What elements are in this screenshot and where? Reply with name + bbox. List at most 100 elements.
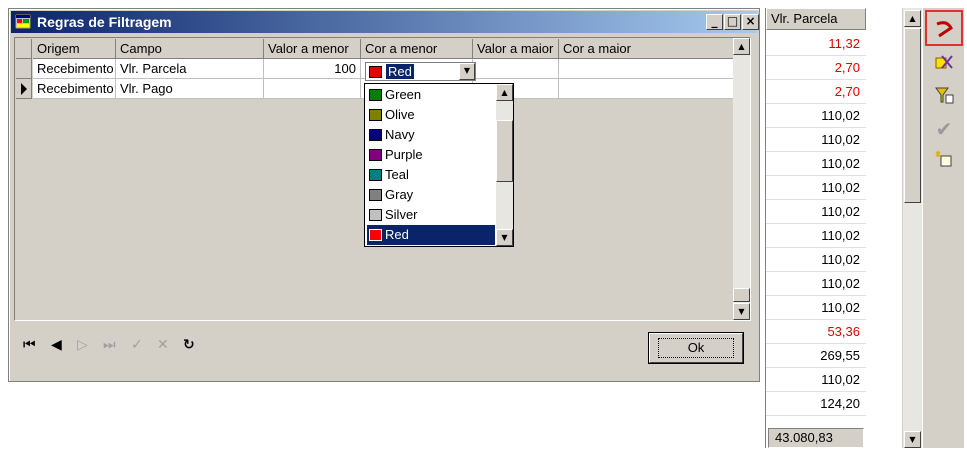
color-swatch: [369, 128, 382, 141]
value-cell[interactable]: 110,02: [766, 248, 866, 272]
column-total: 43.080,83: [768, 428, 864, 448]
value-cell[interactable]: 110,02: [766, 368, 866, 392]
cell-origem[interactable]: Recebimento: [33, 59, 116, 79]
color-swatch: [369, 228, 382, 241]
post-icon[interactable]: ✓: [131, 337, 143, 353]
color-option-teal[interactable]: Teal: [367, 165, 495, 185]
cell-cor-maior[interactable]: [559, 59, 734, 79]
next-record-icon[interactable]: ▷: [77, 337, 88, 353]
value-cell[interactable]: 110,02: [766, 224, 866, 248]
color-swatch: [369, 168, 382, 181]
color-swatch: [369, 188, 382, 201]
value-cell[interactable]: 2,70: [766, 80, 866, 104]
db-navigator: ⏮ ◀ ▷ ⏭ ✓ ✕ ↻: [15, 331, 275, 361]
scroll-thumb[interactable]: [496, 120, 513, 182]
dialog-titlebar[interactable]: Regras de Filtragem _ □ ×: [11, 11, 759, 33]
clear-filter-button[interactable]: [931, 52, 957, 78]
cell-cor-maior[interactable]: [559, 79, 734, 99]
row-indicator-current[interactable]: [16, 79, 32, 99]
option-label: Purple: [385, 147, 423, 162]
col-header-origem[interactable]: Origem: [33, 39, 116, 59]
current-row-arrow-icon: [21, 83, 27, 95]
app-icon: [15, 14, 31, 29]
cell-campo[interactable]: Vlr. Parcela: [116, 59, 264, 79]
parcela-column-panel: Vlr. Parcela 11,32 2,70 2,70 110,02 110,02 11…: [765, 8, 866, 448]
minimize-button[interactable]: _: [706, 14, 723, 30]
col-header-valor-menor[interactable]: Valor a menor: [264, 39, 361, 59]
filter-rules-button[interactable]: [925, 10, 963, 46]
grid-corner: [16, 39, 32, 59]
ok-button[interactable]: Ok: [649, 333, 743, 363]
color-option-silver[interactable]: Silver: [367, 205, 495, 225]
copy-button[interactable]: [931, 148, 957, 174]
color-option-green[interactable]: Green: [367, 85, 495, 105]
value-cell[interactable]: 110,02: [766, 128, 866, 152]
dropdown-scrollbar[interactable]: ▲ ▼: [496, 84, 513, 246]
col-header-cor-menor[interactable]: Cor a menor: [361, 39, 473, 59]
cancel-icon[interactable]: ✕: [157, 337, 169, 353]
scroll-down-button[interactable]: ▼: [733, 303, 750, 320]
dialog-title: Regras de Filtragem: [37, 14, 172, 30]
value-cell[interactable]: 110,02: [766, 272, 866, 296]
value-cell[interactable]: 110,02: [766, 152, 866, 176]
check-button[interactable]: ✔: [931, 116, 957, 142]
option-label: Silver: [385, 207, 418, 222]
scroll-up-button[interactable]: ▲: [904, 10, 921, 27]
scroll-up-button[interactable]: ▲: [496, 84, 513, 101]
cell-campo[interactable]: Vlr. Pago: [116, 79, 264, 99]
funnel-button[interactable]: [931, 84, 957, 110]
row-indicator[interactable]: [16, 59, 32, 79]
color-option-gray[interactable]: Gray: [367, 185, 495, 205]
combo-value: Red: [386, 64, 414, 79]
color-combobox[interactable]: Red ▼: [365, 62, 476, 81]
scroll-down-button[interactable]: ▼: [904, 431, 921, 448]
grid-scrollbar[interactable]: ▲ ▼: [733, 38, 750, 320]
refresh-icon[interactable]: ↻: [183, 337, 195, 353]
col-header-cor-maior[interactable]: Cor a maior: [559, 39, 734, 59]
check-icon: ✔: [935, 117, 953, 141]
option-label: Gray: [385, 187, 414, 202]
cell-origem[interactable]: Recebimento: [33, 79, 116, 99]
color-swatch: [369, 88, 382, 101]
value-cell[interactable]: 2,70: [766, 56, 866, 80]
main-grid-scrollbar[interactable]: ▲ ▼: [902, 8, 922, 448]
app-root: Regras de Filtragem _ □ × Origem Campo V…: [0, 0, 967, 451]
cell-valor-maior[interactable]: [473, 59, 559, 79]
color-option-red[interactable]: Red: [367, 225, 495, 245]
value-cell[interactable]: 110,02: [766, 296, 866, 320]
color-swatch: [369, 208, 382, 221]
column-header[interactable]: Vlr. Parcela: [766, 8, 866, 30]
color-swatch: [369, 108, 382, 121]
color-option-olive[interactable]: Olive: [367, 105, 495, 125]
filter-rules-icon: [936, 21, 953, 38]
last-record-icon[interactable]: ⏭: [103, 337, 116, 353]
close-button[interactable]: ×: [742, 14, 759, 30]
col-header-campo[interactable]: Campo: [116, 39, 264, 59]
side-toolbar: ✔: [922, 8, 964, 448]
col-header-valor-maior[interactable]: Valor a maior: [473, 39, 559, 59]
value-cell[interactable]: 11,32: [766, 32, 866, 56]
scroll-thumb[interactable]: [904, 28, 921, 203]
color-dropdown-list[interactable]: Green Olive Navy Purple Teal Gray Silver…: [364, 83, 514, 247]
value-cell[interactable]: 269,55: [766, 344, 866, 368]
value-cell[interactable]: 53,36: [766, 320, 866, 344]
combo-dropdown-button[interactable]: ▼: [459, 63, 475, 80]
value-cell[interactable]: 124,20: [766, 392, 866, 416]
scroll-up-button[interactable]: ▲: [733, 38, 750, 55]
scroll-down-button[interactable]: ▼: [496, 229, 513, 246]
option-label: Navy: [385, 127, 415, 142]
value-cell[interactable]: 110,02: [766, 176, 866, 200]
selected-color-swatch: [369, 66, 382, 78]
prior-record-icon[interactable]: ◀: [51, 337, 62, 353]
cell-valor-menor[interactable]: 100: [264, 59, 361, 79]
cell-valor-menor[interactable]: [264, 79, 361, 99]
color-swatch: [369, 148, 382, 161]
color-option-purple[interactable]: Purple: [367, 145, 495, 165]
color-option-navy[interactable]: Navy: [367, 125, 495, 145]
first-record-icon[interactable]: ⏮: [23, 337, 36, 353]
value-cell[interactable]: 110,02: [766, 104, 866, 128]
funnel-icon: [935, 87, 954, 104]
value-cell[interactable]: 110,02: [766, 200, 866, 224]
scroll-thumb[interactable]: [733, 288, 750, 302]
maximize-button[interactable]: □: [724, 14, 741, 30]
